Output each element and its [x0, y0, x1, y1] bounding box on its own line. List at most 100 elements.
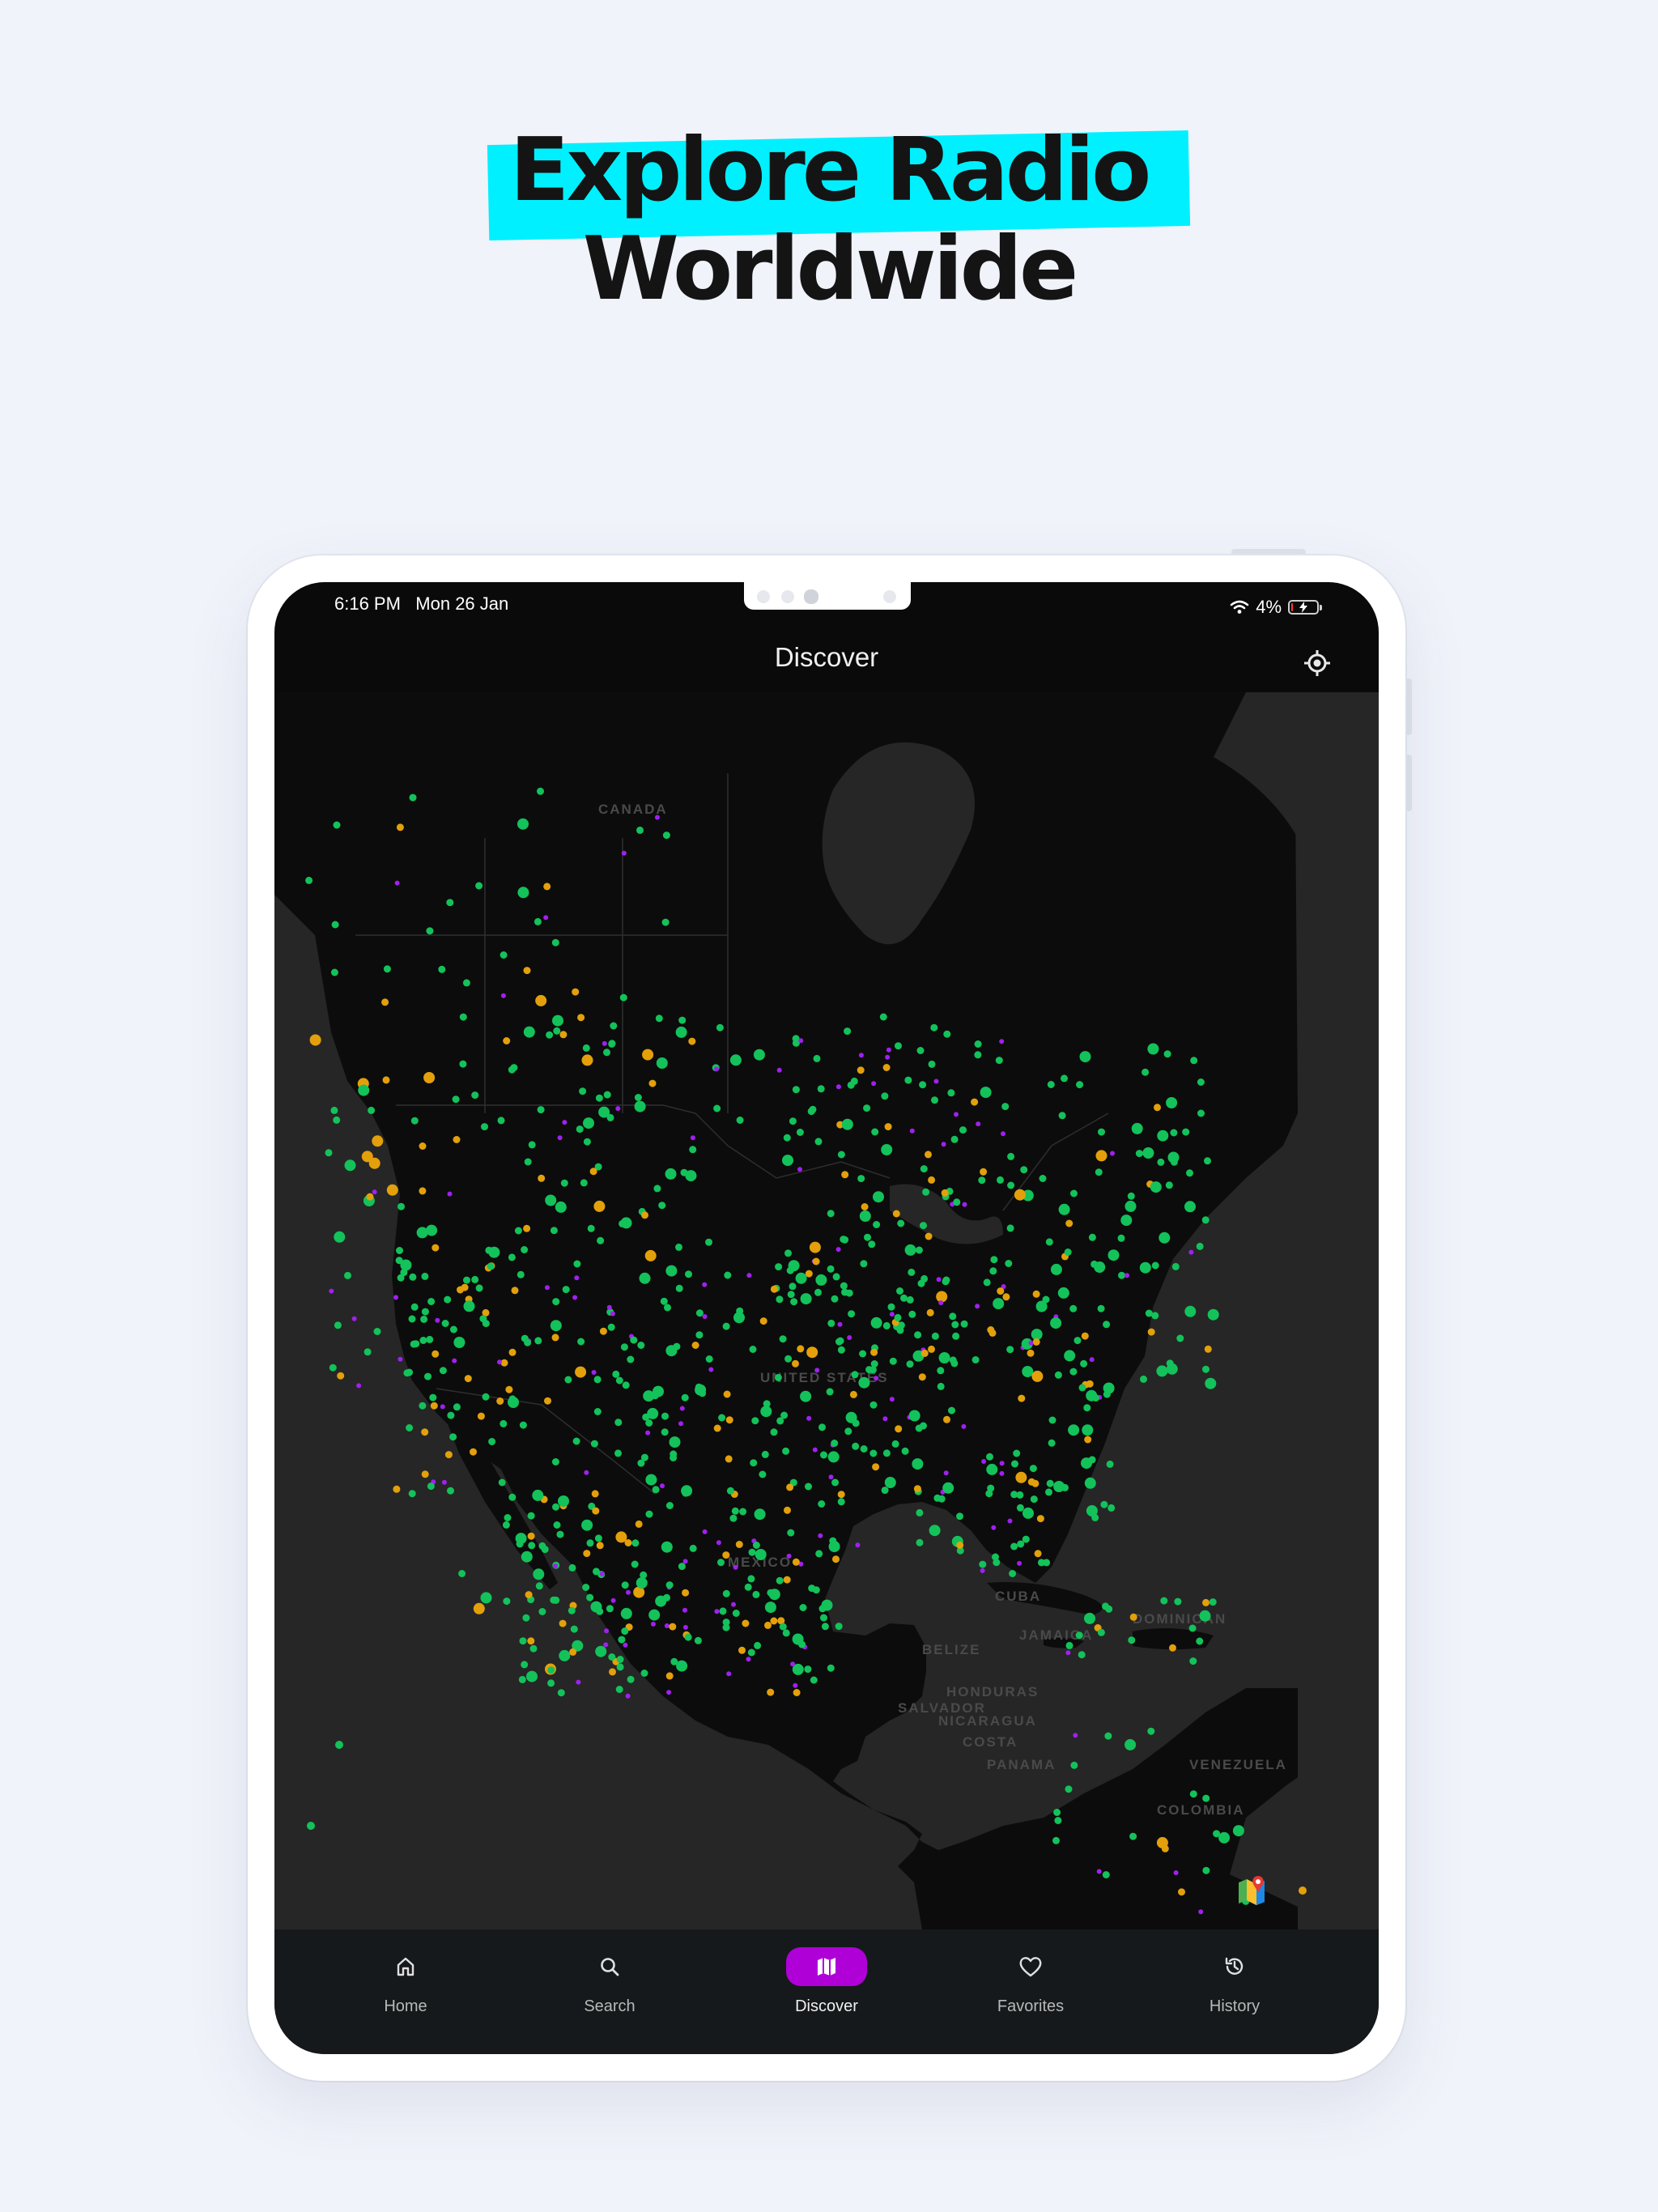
radio-station-marker[interactable] [669, 1623, 677, 1631]
radio-station-marker[interactable] [798, 1640, 806, 1648]
radio-station-marker[interactable] [396, 1247, 403, 1254]
radio-station-marker[interactable] [942, 1482, 954, 1494]
radio-station-marker[interactable] [1166, 1363, 1178, 1375]
radio-station-marker[interactable] [335, 1741, 343, 1749]
radio-station-marker[interactable] [858, 1053, 864, 1058]
radio-station-marker[interactable] [529, 1644, 538, 1653]
radio-station-marker[interactable] [517, 887, 529, 899]
radio-station-marker[interactable] [453, 1337, 466, 1348]
radio-station-marker[interactable] [557, 1689, 565, 1697]
radio-station-marker[interactable] [1166, 1097, 1178, 1108]
radio-station-marker[interactable] [979, 1560, 987, 1568]
radio-station-marker[interactable] [1184, 1201, 1196, 1213]
radio-station-marker[interactable] [532, 1489, 544, 1501]
radio-station-marker[interactable] [610, 1311, 615, 1317]
radio-station-marker[interactable] [796, 1129, 804, 1136]
radio-station-marker[interactable] [545, 1194, 557, 1206]
radio-station-marker[interactable] [831, 1440, 839, 1447]
radio-station-marker[interactable] [753, 1049, 765, 1061]
radio-station-marker[interactable] [606, 1304, 612, 1310]
radio-station-marker[interactable] [729, 1054, 742, 1066]
radio-station-marker[interactable] [997, 1176, 1004, 1184]
radio-station-marker[interactable] [661, 1541, 673, 1553]
radio-station-marker[interactable] [1196, 1637, 1204, 1645]
radio-station-marker[interactable] [881, 1487, 889, 1495]
radio-station-marker[interactable] [826, 1388, 834, 1396]
radio-station-marker[interactable] [937, 1367, 945, 1375]
radio-station-marker[interactable] [550, 1596, 558, 1604]
radio-station-marker[interactable] [1098, 1128, 1105, 1136]
radio-station-marker[interactable] [986, 1453, 993, 1461]
radio-station-marker[interactable] [447, 1487, 454, 1495]
radio-station-marker[interactable] [885, 1054, 891, 1060]
radio-map[interactable]: CANADA UNITED STATES MEXICO CUBA BELIZE HONDU… [274, 692, 1379, 1929]
radio-station-marker[interactable] [652, 1486, 660, 1494]
radio-station-marker[interactable] [928, 1176, 936, 1184]
radio-station-marker[interactable] [508, 1348, 517, 1356]
radio-station-marker[interactable] [427, 1482, 435, 1491]
radio-station-marker[interactable] [675, 1284, 683, 1292]
radio-station-marker[interactable] [463, 1300, 475, 1312]
radio-station-marker[interactable] [551, 1458, 559, 1465]
radio-station-marker[interactable] [550, 1227, 558, 1235]
radio-station-marker[interactable] [421, 1272, 429, 1280]
radio-station-marker[interactable] [786, 1553, 792, 1559]
radio-station-marker[interactable] [820, 1614, 827, 1622]
radio-station-marker[interactable] [626, 1589, 631, 1595]
radio-station-marker[interactable] [410, 1117, 419, 1125]
radio-station-marker[interactable] [1202, 1598, 1209, 1606]
radio-station-marker[interactable] [426, 927, 434, 935]
radio-station-marker[interactable] [424, 1372, 432, 1380]
radio-station-marker[interactable] [682, 1624, 688, 1630]
radio-station-marker[interactable] [860, 1445, 868, 1453]
radio-station-marker[interactable] [587, 1224, 595, 1232]
radio-station-marker[interactable] [1103, 1390, 1111, 1398]
radio-station-marker[interactable] [961, 1423, 967, 1429]
radio-station-marker[interactable] [746, 1273, 752, 1278]
radio-station-marker[interactable] [1189, 1657, 1197, 1665]
radio-station-marker[interactable] [832, 1555, 840, 1563]
radio-station-marker[interactable] [800, 1293, 812, 1305]
radio-station-marker[interactable] [645, 1510, 653, 1518]
radio-station-marker[interactable] [1032, 1338, 1040, 1346]
radio-station-marker[interactable] [732, 1610, 740, 1617]
radio-station-marker[interactable] [787, 1529, 795, 1537]
radio-station-marker[interactable] [695, 1384, 707, 1396]
radio-station-marker[interactable] [870, 1348, 878, 1356]
radio-station-marker[interactable] [615, 1376, 623, 1385]
radio-station-marker[interactable] [999, 1461, 1005, 1466]
radio-station-marker[interactable] [688, 1037, 696, 1045]
radio-station-marker[interactable] [956, 1541, 964, 1549]
radio-station-marker[interactable] [634, 1094, 642, 1101]
radio-station-marker[interactable] [544, 1397, 551, 1405]
radio-station-marker[interactable] [861, 1203, 869, 1210]
radio-station-marker[interactable] [621, 1581, 629, 1589]
radio-station-marker[interactable] [752, 1542, 760, 1549]
radio-station-marker[interactable] [882, 1449, 891, 1457]
radio-station-marker[interactable] [1005, 1260, 1013, 1267]
radio-station-marker[interactable] [608, 1653, 616, 1661]
radio-station-marker[interactable] [333, 1116, 341, 1124]
radio-station-marker[interactable] [832, 1273, 840, 1281]
radio-station-marker[interactable] [815, 1274, 827, 1286]
radio-station-marker[interactable] [1020, 1166, 1028, 1174]
radio-station-marker[interactable] [459, 1013, 467, 1021]
radio-station-marker[interactable] [621, 1627, 629, 1636]
radio-station-marker[interactable] [937, 1382, 945, 1390]
radio-station-marker[interactable] [689, 1146, 697, 1154]
radio-station-marker[interactable] [444, 1295, 452, 1304]
radio-station-marker[interactable] [999, 1039, 1005, 1044]
radio-station-marker[interactable] [1046, 1479, 1054, 1487]
radio-station-marker[interactable] [1207, 1308, 1219, 1321]
radio-station-marker[interactable] [449, 1325, 457, 1334]
radio-station-marker[interactable] [1086, 1380, 1094, 1388]
radio-station-marker[interactable] [653, 1185, 661, 1193]
radio-station-marker[interactable] [1070, 1761, 1078, 1769]
radio-station-marker[interactable] [1170, 1158, 1178, 1166]
radio-station-marker[interactable] [537, 787, 544, 795]
radio-station-marker[interactable] [426, 1335, 434, 1343]
radio-station-marker[interactable] [742, 1619, 750, 1627]
radio-station-marker[interactable] [644, 1249, 657, 1261]
radio-station-marker[interactable] [1110, 1151, 1115, 1156]
radio-station-marker[interactable] [1158, 1231, 1171, 1244]
